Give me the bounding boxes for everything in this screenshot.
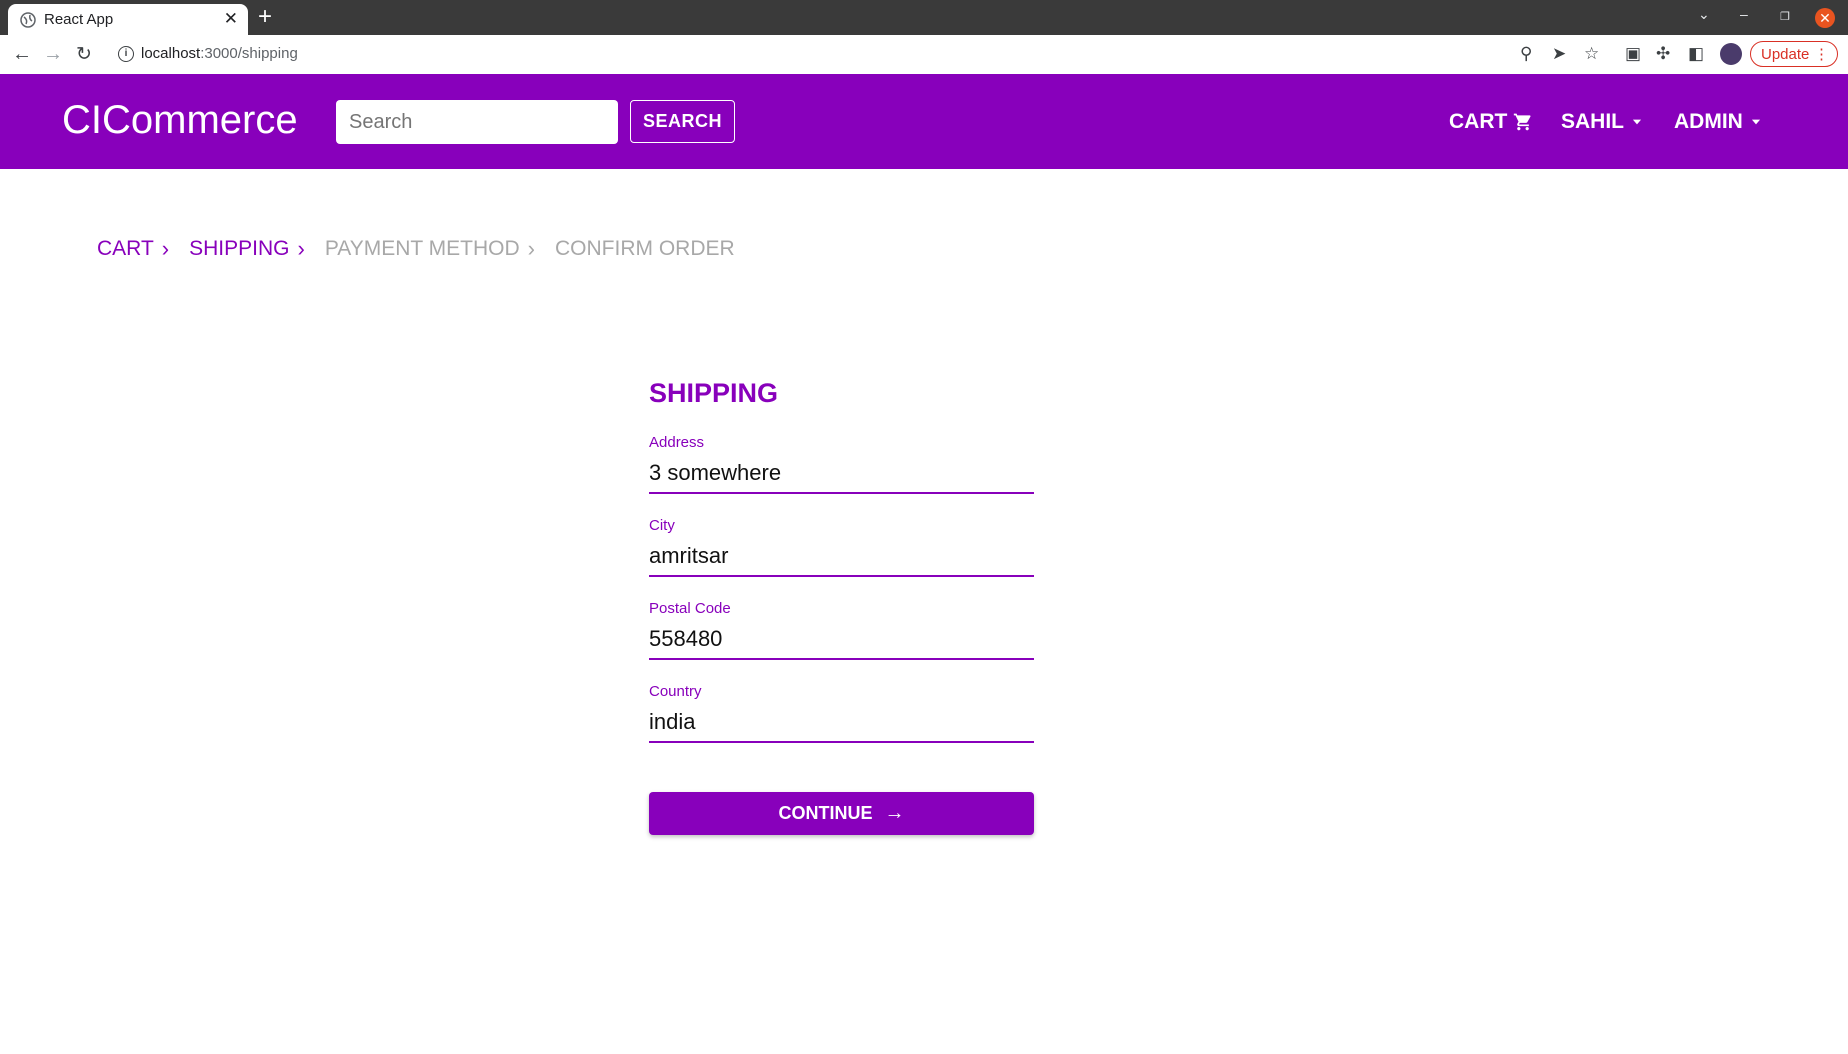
country-label: Country <box>649 683 702 700</box>
extensions-puzzle-icon[interactable]: ✣ <box>1656 44 1670 64</box>
send-icon[interactable]: ➤ <box>1552 44 1566 64</box>
reload-icon[interactable]: ↻ <box>76 43 92 66</box>
step-confirm-order: CONFIRM ORDER <box>555 237 735 261</box>
minimize-icon[interactable]: – <box>1740 6 1748 22</box>
tab-search-icon[interactable]: ⌄ <box>1698 6 1710 23</box>
nav-cart-label: CART <box>1449 110 1508 133</box>
browser-tabstrip: React App ✕ + ⌄ – ❐ ✕ <box>0 0 1848 35</box>
search-button[interactable]: SEARCH <box>630 100 735 143</box>
window-close-icon[interactable]: ✕ <box>1815 8 1835 28</box>
restore-icon[interactable]: ❐ <box>1780 10 1790 23</box>
caret-down-icon <box>1632 119 1642 125</box>
search-input[interactable] <box>336 100 618 144</box>
forward-icon[interactable]: → <box>43 43 63 66</box>
step-cart[interactable]: CART › <box>97 236 169 262</box>
browser-toolbar: ← → ↻ i localhost:3000/shipping ⚲ ➤ ☆ ▣ … <box>0 35 1848 75</box>
update-label: Update <box>1761 46 1810 63</box>
postal-code-input[interactable] <box>649 619 1034 660</box>
nav-cart[interactable]: CART <box>1449 110 1533 134</box>
url-host: localhost <box>141 45 201 62</box>
step-label: CONFIRM ORDER <box>555 237 735 260</box>
step-label: PAYMENT METHOD <box>324 237 520 260</box>
side-panel-icon[interactable]: ◧ <box>1688 44 1704 64</box>
city-label: City <box>649 517 675 534</box>
extension-badge-icon[interactable]: ▣ <box>1625 44 1641 64</box>
url-path: :3000/shipping <box>200 45 298 62</box>
address-label: Address <box>649 434 705 451</box>
checkout-steps: CART › SHIPPING › PAYMENT METHOD › CONFIRM … <box>97 236 755 262</box>
cart-icon <box>1514 113 1531 131</box>
nav-admin-label: ADMIN <box>1674 110 1743 133</box>
site-info-icon[interactable]: i <box>118 46 134 62</box>
shipping-form: SHIPPING Address City Postal Code Countr… <box>649 378 1034 835</box>
step-label: CART <box>97 237 154 260</box>
back-icon[interactable]: ← <box>12 43 32 66</box>
city-input[interactable] <box>649 536 1034 577</box>
app-header: CICommerce SEARCH CART SAHIL ADMIN <box>0 74 1848 169</box>
nav-user-label: SAHIL <box>1561 110 1624 133</box>
step-shipping[interactable]: SHIPPING › <box>189 236 305 262</box>
more-vert-icon: ⋮ <box>1814 46 1829 63</box>
country-input[interactable] <box>649 702 1034 743</box>
tab-close-icon[interactable]: ✕ <box>224 9 238 29</box>
country-field: Country <box>649 683 1034 766</box>
zoom-icon[interactable]: ⚲ <box>1520 44 1532 64</box>
city-field: City <box>649 517 1034 600</box>
address-field: Address <box>649 434 1034 517</box>
new-tab-icon[interactable]: + <box>258 4 272 30</box>
continue-label: CONTINUE <box>778 803 873 823</box>
globe-icon <box>20 12 36 28</box>
profile-avatar[interactable] <box>1720 43 1742 65</box>
bookmark-star-icon[interactable]: ☆ <box>1584 44 1599 64</box>
arrow-right-icon: → <box>884 802 905 824</box>
step-label: SHIPPING <box>189 237 290 260</box>
chevron-right-icon: › <box>161 236 170 261</box>
chevron-right-icon: › <box>527 236 535 261</box>
caret-down-icon <box>1751 119 1760 125</box>
brand-logo[interactable]: CICommerce <box>62 98 298 143</box>
address-bar[interactable]: localhost:3000/shipping <box>141 45 298 62</box>
address-input[interactable] <box>649 453 1034 494</box>
browser-tab[interactable]: React App ✕ <box>8 4 248 35</box>
continue-button[interactable]: CONTINUE → <box>649 792 1034 835</box>
postal-code-field: Postal Code <box>649 600 1034 683</box>
chevron-right-icon: › <box>297 236 305 261</box>
nav-admin-menu[interactable]: ADMIN <box>1674 110 1763 134</box>
update-button[interactable]: Update ⋮ <box>1750 41 1838 67</box>
nav-user-menu[interactable]: SAHIL <box>1561 110 1644 134</box>
form-title: SHIPPING <box>649 378 779 408</box>
postal-code-label: Postal Code <box>649 600 731 617</box>
tab-title: React App <box>44 11 114 28</box>
step-payment-method: PAYMENT METHOD › <box>325 236 535 262</box>
